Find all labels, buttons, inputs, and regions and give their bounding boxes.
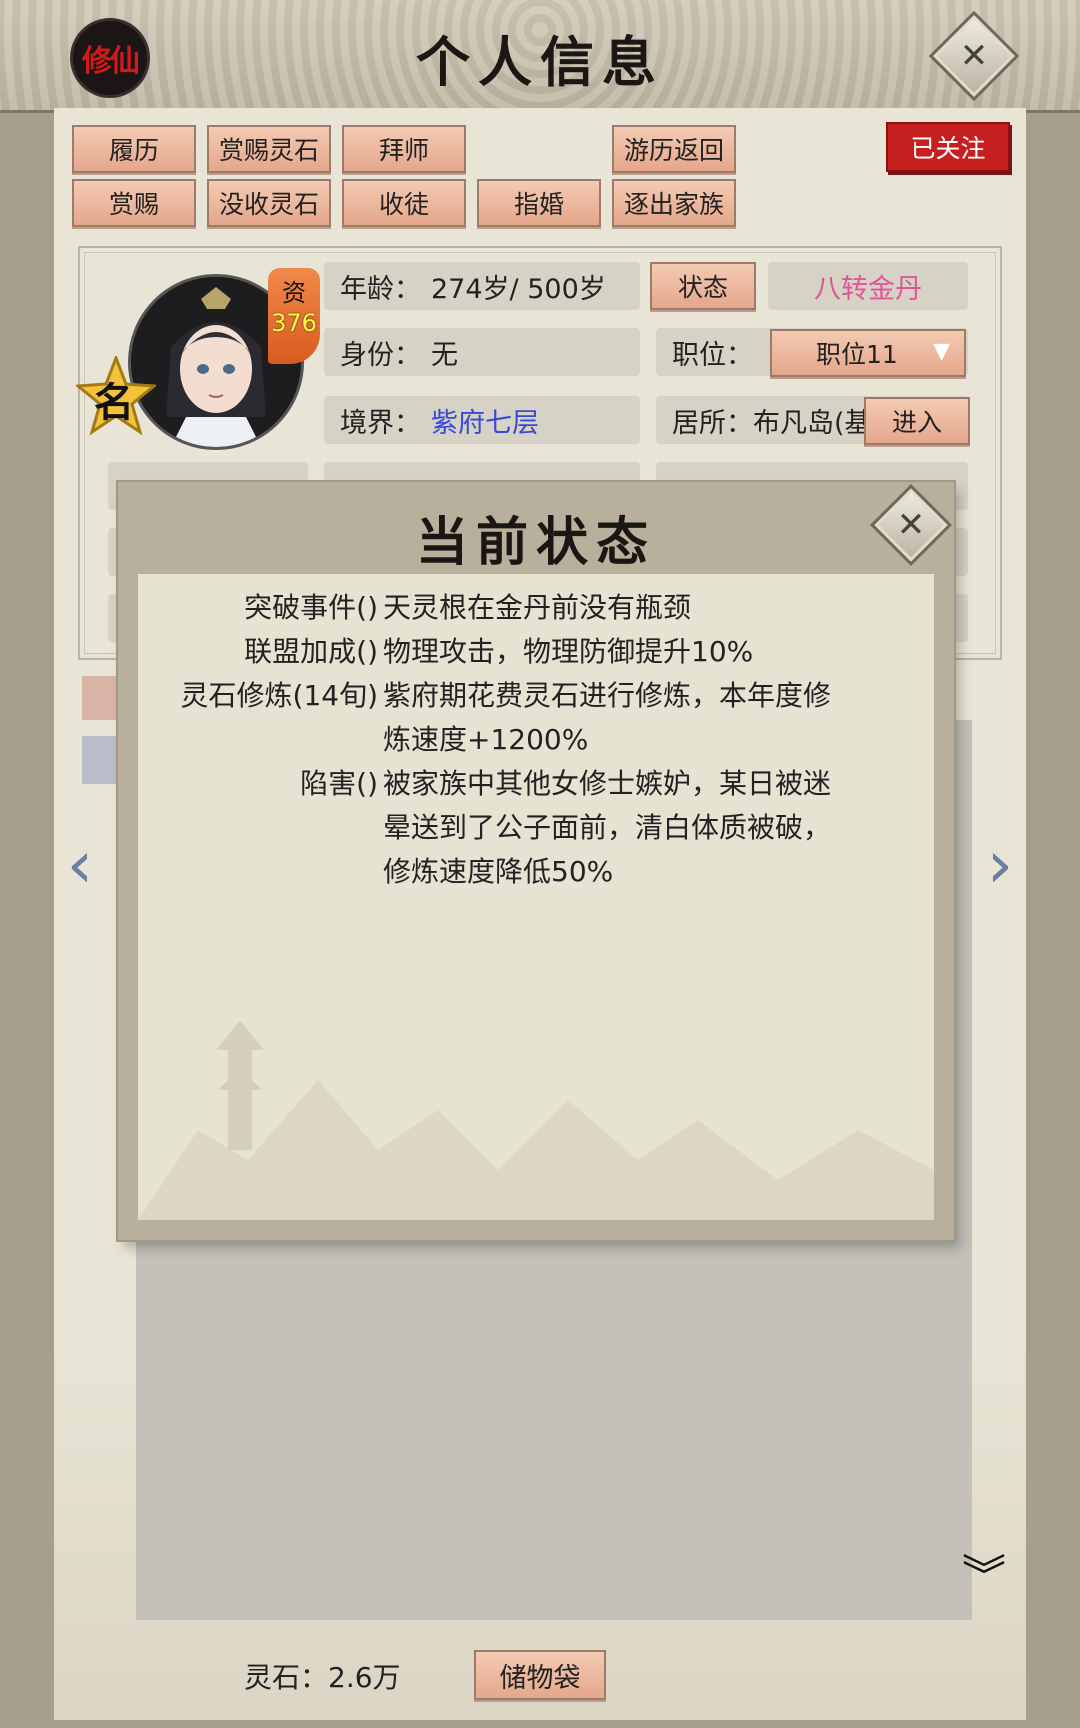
status-desc: 天灵根在金丹前没有瓶颈 [383, 591, 692, 624]
resume-button[interactable]: 履历 [72, 125, 196, 173]
scroll-down-icon[interactable]: ︾ [962, 1555, 1006, 1599]
next-arrow-icon[interactable]: › [980, 830, 1020, 900]
identity-field: 身份： 无 [324, 328, 640, 376]
aptitude-badge: 资 376 [268, 268, 320, 364]
follow-button[interactable]: 已关注 [886, 122, 1010, 172]
modal-title: 当前状态 [415, 512, 656, 573]
prev-arrow-icon[interactable]: ‹ [60, 830, 100, 900]
tab-strip[interactable] [82, 676, 122, 720]
status-button[interactable]: 状态 [650, 262, 756, 310]
position-label: 职位： [672, 339, 753, 371]
enter-residence-button[interactable]: 进入 [864, 397, 970, 445]
status-desc: 紫府期花费灵石进行修炼，本年度修 炼速度+1200% [383, 679, 832, 756]
realm-label: 境界： [340, 407, 421, 439]
aptitude-label: 资 [282, 279, 306, 307]
arrange-marriage-button[interactable]: 指婚 [477, 179, 601, 227]
spirit-stone-count: 灵石：2.6万 [244, 1661, 401, 1694]
reward-stones-button[interactable]: 赏赐灵石 [207, 125, 331, 173]
realm-field: 境界： 紫府七层 [324, 396, 640, 444]
identity-label: 身份： [340, 339, 421, 371]
status-name: 联盟加成() [244, 635, 378, 668]
page-title: 个人信息 [416, 30, 664, 94]
age-field: 年龄： 274岁/ 500岁 [324, 262, 640, 310]
residence-value: 布凡岛(基 [753, 407, 872, 439]
residence-label: 居所： [672, 407, 753, 439]
modal-body: 突破事件() 天灵根在金丹前没有瓶颈 联盟加成() 物理攻击，物理防御提升10%… [138, 574, 934, 1220]
status-modal: 当前状态 ✕ 突破事件() 天灵根在金丹前没有瓶颈 联盟加成() 物理攻击，物理… [118, 482, 954, 1240]
reward-button[interactable]: 赏赐 [72, 179, 196, 227]
position-select[interactable]: 职位11 ▼ [770, 329, 966, 377]
status-desc: 被家族中其他女修士嫉妒，某日被迷 晕送到了公子面前，清白体质被破， 修炼速度降低… [383, 767, 832, 888]
identity-value: 无 [431, 339, 458, 371]
take-disciple-button[interactable]: 收徒 [342, 179, 466, 227]
title-field: 八转金丹 [768, 262, 968, 310]
status-name: 陷害() [300, 767, 378, 800]
status-desc: 物理攻击，物理防御提升10% [383, 635, 754, 668]
status-name: 突破事件() [244, 591, 378, 624]
return-from-travel-button[interactable]: 游历返回 [612, 125, 736, 173]
mountain-background [138, 1020, 934, 1220]
age-value: 274岁/ 500岁 [431, 273, 606, 305]
realm-value: 紫府七层 [431, 407, 539, 439]
aptitude-value: 376 [271, 309, 317, 337]
confiscate-stones-button[interactable]: 没收灵石 [207, 179, 331, 227]
take-master-button[interactable]: 拜师 [342, 125, 466, 173]
status-name: 灵石修炼(14旬) [180, 679, 378, 712]
close-icon: ✕ [896, 505, 926, 545]
storage-bag-button[interactable]: 储物袋 [474, 1650, 606, 1700]
star-badge-label: 名 [94, 379, 134, 426]
position-select-value: 职位11 [816, 340, 898, 369]
title-bar: 修仙 个人信息 ✕ [0, 0, 1080, 113]
dropdown-arrow-icon: ▼ [933, 339, 950, 364]
expel-from-family-button[interactable]: 逐出家族 [612, 179, 736, 227]
age-label: 年龄： [340, 273, 421, 305]
close-icon: ✕ [959, 36, 989, 76]
